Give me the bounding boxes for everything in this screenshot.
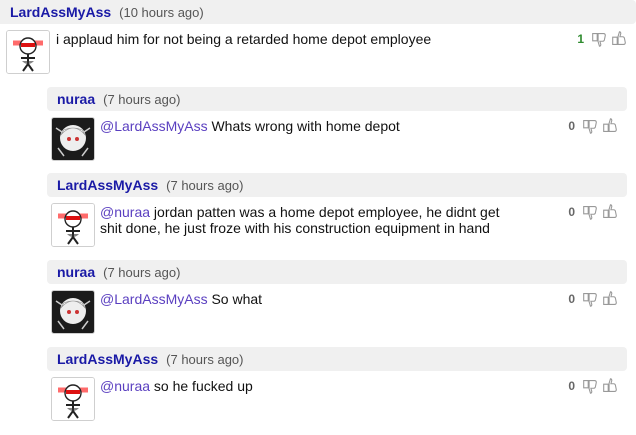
vote-controls: 1 [572,29,628,49]
vote-controls: 0 [563,202,619,222]
avatar[interactable] [51,290,95,334]
comment: LardAssMyAss (7 hours ago) @nuraa jordan… [47,173,627,255]
vote-score: 0 [568,379,575,393]
anime-avatar-icon [52,291,94,333]
avatar[interactable] [51,203,95,247]
comment-body: @nuraa jordan patten was a home depot em… [47,197,627,255]
comment-mention[interactable]: @nuraa [100,378,150,394]
comment-text: @nuraa so he fucked up [100,378,520,394]
comment-header: LardAssMyAss (7 hours ago) [47,347,627,371]
comment-message: so he fucked up [153,378,253,394]
comment-text: @nuraa jordan patten was a home depot em… [100,204,520,236]
thumbs-up-icon[interactable] [601,116,619,136]
comment: LardAssMyAss (7 hours ago) @nuraa so he … [47,347,627,429]
comment-username[interactable]: nuraa [57,91,95,107]
comment-mention[interactable]: @LardAssMyAss [100,118,208,134]
comment-username[interactable]: nuraa [57,264,95,280]
thumbs-up-icon[interactable] [610,29,628,49]
comment-message: Whats wrong with home depot [211,118,400,134]
thumbs-up-icon[interactable] [601,289,619,309]
comment-header: LardAssMyAss (10 hours ago) [0,0,636,24]
comment-username[interactable]: LardAssMyAss [10,4,111,20]
comment-timestamp: (7 hours ago) [103,91,181,107]
comment-username[interactable]: LardAssMyAss [57,351,158,367]
comment-text: @LardAssMyAss So what [100,291,520,307]
comment-timestamp: (7 hours ago) [103,264,181,280]
comment-timestamp: (7 hours ago) [166,351,244,367]
vote-controls: 0 [563,289,619,309]
thumbs-up-icon[interactable] [601,202,619,222]
comment-mention[interactable]: @nuraa [100,204,150,220]
vote-score: 0 [568,205,575,219]
comment-text: i applaud him for not being a retarded h… [56,31,476,47]
comment: nuraa (7 hours ago) @LardAssMyAss Whats … [47,87,627,169]
avatar[interactable] [51,117,95,161]
comment-timestamp: (10 hours ago) [119,4,204,20]
red-eyes-avatar-icon [52,378,94,420]
comment-text: @LardAssMyAss Whats wrong with home depo… [100,118,520,134]
comment: LardAssMyAss (10 hours ago) i applaud hi… [0,0,636,82]
vote-score: 1 [577,32,584,46]
comment-body: @LardAssMyAss So what 0 [47,284,627,342]
thumbs-down-icon[interactable] [590,29,608,49]
comment-message: i applaud him for not being a retarded h… [56,31,432,47]
comment-body: i applaud him for not being a retarded h… [0,24,636,82]
avatar[interactable] [51,377,95,421]
comment-message: So what [211,291,263,307]
vote-score: 0 [568,292,575,306]
thumbs-down-icon[interactable] [581,289,599,309]
comment-timestamp: (7 hours ago) [166,177,244,193]
anime-avatar-icon [52,118,94,160]
comment: nuraa (7 hours ago) @LardAssMyAss So wha… [47,260,627,342]
red-eyes-avatar-icon [52,204,94,246]
vote-controls: 0 [563,376,619,396]
thumbs-up-icon[interactable] [601,376,619,396]
thumbs-down-icon[interactable] [581,116,599,136]
thumbs-down-icon[interactable] [581,202,599,222]
comment-mention[interactable]: @LardAssMyAss [100,291,208,307]
red-eyes-avatar-icon [7,31,49,73]
comment-body: @LardAssMyAss Whats wrong with home depo… [47,111,627,169]
comment-header: nuraa (7 hours ago) [47,87,627,111]
comment-thread: LardAssMyAss (10 hours ago) i applaud hi… [0,0,636,435]
thumbs-down-icon[interactable] [581,376,599,396]
comment-header: LardAssMyAss (7 hours ago) [47,173,627,197]
comment-header: nuraa (7 hours ago) [47,260,627,284]
vote-score: 0 [568,119,575,133]
vote-controls: 0 [563,116,619,136]
comment-username[interactable]: LardAssMyAss [57,177,158,193]
comment-body: @nuraa so he fucked up 0 [47,371,627,429]
avatar[interactable] [6,30,50,74]
comment-message: jordan patten was a home depot employee,… [100,204,500,236]
